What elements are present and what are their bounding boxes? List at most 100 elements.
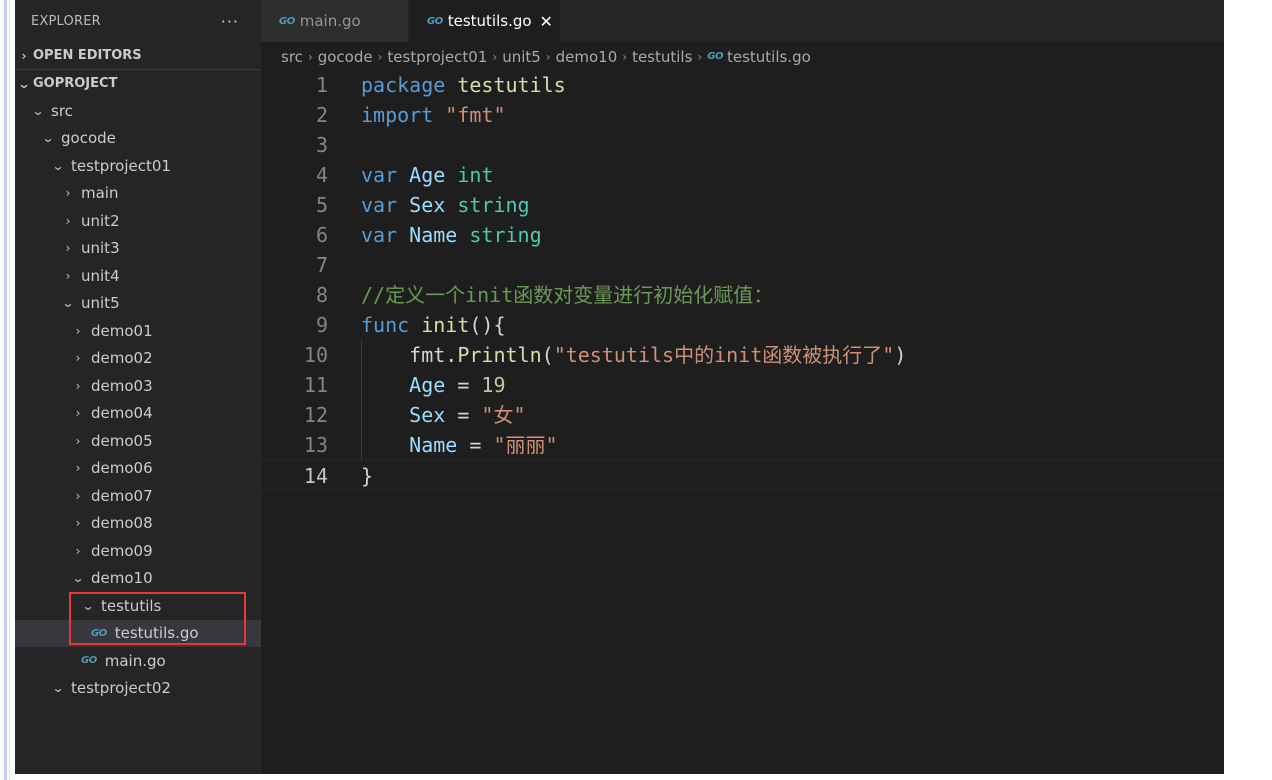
tree-folder-unit5[interactable]: ⌄ unit5 [15,290,261,318]
ellipsis-icon[interactable]: ··· [221,12,239,31]
code-line[interactable]: 12 Sex = "女" [261,400,1224,430]
chevron-right-icon: › [492,49,498,64]
tree-folder-demo09[interactable]: › demo09 [15,537,261,565]
line-number: 1 [315,73,328,97]
editor-area: GO main.go GO testutils.go ✕ src › gocode ›… [261,0,1224,774]
breadcrumb-item[interactable]: testutils [632,48,692,66]
code-line[interactable]: 5 var Sex string [261,190,1224,220]
code-text: import "fmt" [361,100,506,130]
code-line[interactable]: 3 [261,130,1224,160]
tree-folder-gocode[interactable]: ⌄ gocode [15,125,261,153]
tab-label: main.go [299,12,361,30]
breadcrumb-item[interactable]: gocode [318,48,373,66]
chevron-down-icon: ⌄ [71,571,85,586]
chevron-right-icon: › [697,49,703,64]
tree-folder-testutils[interactable]: ⌄ testutils [15,592,261,620]
tree-item-label: gocode [61,129,116,148]
code-token: Name [409,433,458,457]
line-number: 2 [315,103,328,127]
chevron-right-icon: › [75,461,81,476]
tree-folder-demo01[interactable]: › demo01 [15,317,261,345]
tree-folder-testproject01[interactable]: ⌄ testproject01 [15,152,261,180]
open-editors-section[interactable]: › OPEN EDITORS [15,42,261,70]
chevron-right-icon: › [75,323,81,338]
code-token: //定义一个init函数对变量进行初始化赋值： [361,283,774,307]
tree-item-label: main [81,184,119,203]
code-line[interactable]: 4 var Age int [261,160,1224,190]
page-left-rule [4,0,7,780]
tree-item-label: unit2 [81,211,120,230]
breadcrumb-item[interactable]: demo10 [556,48,618,66]
chevron-right-icon: › [545,49,551,64]
project-section[interactable]: ⌄ GOPROJECT [15,70,261,97]
line-number: 5 [315,193,328,217]
chevron-down-icon: ⌄ [51,681,65,696]
go-file-icon: GO [279,15,295,27]
chevron-right-icon: › [65,268,71,283]
breadcrumb-item[interactable]: testproject01 [387,48,487,66]
chevron-right-icon: › [75,516,81,531]
tree-folder-src[interactable]: ⌄ src [15,97,261,125]
tree-file-main-go[interactable]: GO main.go [15,647,261,675]
code-line[interactable]: 14} [261,460,1224,490]
code-token: ) [894,343,907,367]
chevron-down-icon: ⌄ [17,76,31,91]
code-line[interactable]: 9 func init(){ [261,310,1224,340]
tree-item-label: testproject01 [71,156,171,175]
chevron-down-icon: ⌄ [81,598,95,613]
indent-guide [361,430,362,460]
code-line[interactable]: 7 [261,250,1224,280]
indent-guide [361,400,362,430]
tree-folder-demo04[interactable]: › demo04 [15,400,261,428]
tree-folder-unit3[interactable]: › unit3 [15,235,261,263]
tab-main-go[interactable]: GO main.go [261,0,409,42]
tree-folder-main[interactable]: › main [15,180,261,208]
breadcrumb-item[interactable]: src [281,48,303,66]
code-line[interactable]: 1 package testutils [261,70,1224,100]
code-token: import [361,103,434,127]
code-line[interactable]: 13 Name = "丽丽" [261,430,1224,460]
tree-folder-demo05[interactable]: › demo05 [15,427,261,455]
tree-folder-testproject02[interactable]: ⌄ testproject02 [15,675,261,703]
tree-item-label: demo05 [91,431,153,450]
chevron-right-icon: › [307,49,313,64]
code-token: } [361,464,374,488]
tree-folder-demo10[interactable]: ⌄ demo10 [15,565,261,593]
code-line[interactable]: 11 Age = 19 [261,370,1224,400]
line-number: 8 [315,283,328,307]
tree-file-testutils-go[interactable]: GO testutils.go [15,619,261,647]
code-token: = [457,433,494,457]
code-line[interactable]: 10 fmt.Println("testutils中的init函数被执行了") [261,340,1224,370]
tree-folder-unit2[interactable]: › unit2 [15,207,261,235]
code-line[interactable]: 8 //定义一个init函数对变量进行初始化赋值： [261,280,1224,310]
code-token: "女" [481,403,526,427]
code-token: Age [409,163,446,187]
breadcrumb-item[interactable]: testutils.go [727,48,811,66]
tree-item-label: demo09 [91,541,153,560]
code-token: "fmt" [445,103,506,127]
tab-testutils-go[interactable]: GO testutils.go ✕ [409,0,561,42]
code-text: Sex = "女" [361,400,526,430]
tree-folder-demo08[interactable]: › demo08 [15,510,261,538]
tree-item-label: testutils [101,596,162,615]
code-line[interactable]: 6 var Name string [261,220,1224,250]
tree-folder-demo03[interactable]: › demo03 [15,372,261,400]
go-file-icon: GO [81,655,97,667]
tree-item-label: src [51,101,73,120]
close-icon[interactable]: ✕ [540,12,553,31]
breadcrumb-item[interactable]: unit5 [502,48,541,66]
code-editor[interactable]: 1 package testutils 2 import "fmt" 3 4 var Age… [261,70,1224,490]
tree-folder-demo07[interactable]: › demo07 [15,482,261,510]
tree-folder-demo02[interactable]: › demo02 [15,345,261,373]
code-text: var Age int [361,160,493,190]
code-line[interactable]: 2 import "fmt" [261,100,1224,130]
tree-folder-unit4[interactable]: › unit4 [15,262,261,290]
tree-folder-demo06[interactable]: › demo06 [15,455,261,483]
